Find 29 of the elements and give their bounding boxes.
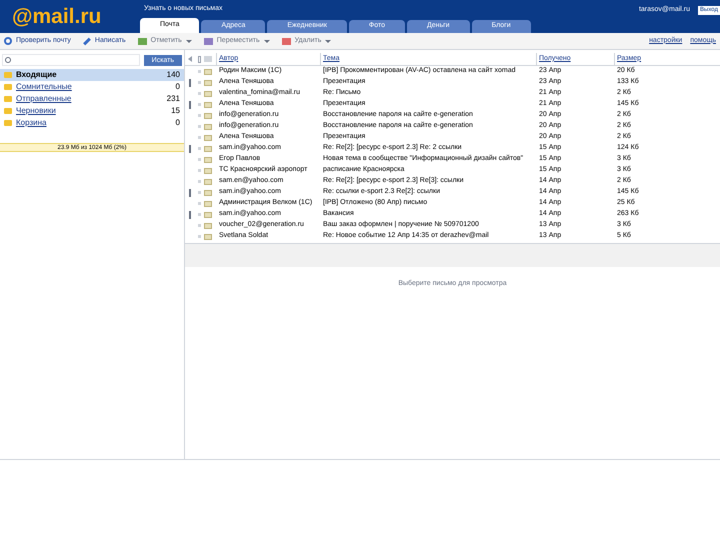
folder-item[interactable]: Корзина 0 xyxy=(0,117,184,129)
action-icon xyxy=(138,38,147,44)
folder-name: Входящие xyxy=(16,69,58,81)
folder-name: Корзина xyxy=(16,117,48,129)
folder-item[interactable]: Черновики 15 xyxy=(0,105,184,117)
folder-name: Сомнительные xyxy=(16,81,73,93)
search-icon xyxy=(5,57,11,63)
folder-item[interactable]: Входящие 140 xyxy=(0,69,184,81)
action-icon xyxy=(282,38,291,44)
caret-icon xyxy=(264,40,270,42)
folder-count: 0 xyxy=(176,81,180,93)
refresh-icon xyxy=(4,37,12,45)
folder-item[interactable]: Сомнительные 0 xyxy=(0,81,184,93)
folder-count: 140 xyxy=(166,69,180,81)
caret-icon xyxy=(325,40,332,42)
folder-item[interactable]: Отправленные 231 xyxy=(0,93,184,105)
envelope-column-icon xyxy=(204,56,212,62)
folder-count: 231 xyxy=(166,93,180,105)
folder-name: Отправленные xyxy=(16,93,72,105)
folder-count: 15 xyxy=(171,105,180,117)
search-field[interactable] xyxy=(2,54,140,66)
mail-logo[interactable]: @mail.ru xyxy=(0,0,140,33)
sort-icon xyxy=(188,56,192,62)
pen-icon xyxy=(83,37,91,45)
flag-column-icon xyxy=(198,56,201,62)
folder-name: Черновики xyxy=(16,105,57,117)
action-icon xyxy=(204,38,213,44)
caret-icon xyxy=(186,40,192,42)
folder-count: 0 xyxy=(176,117,180,129)
